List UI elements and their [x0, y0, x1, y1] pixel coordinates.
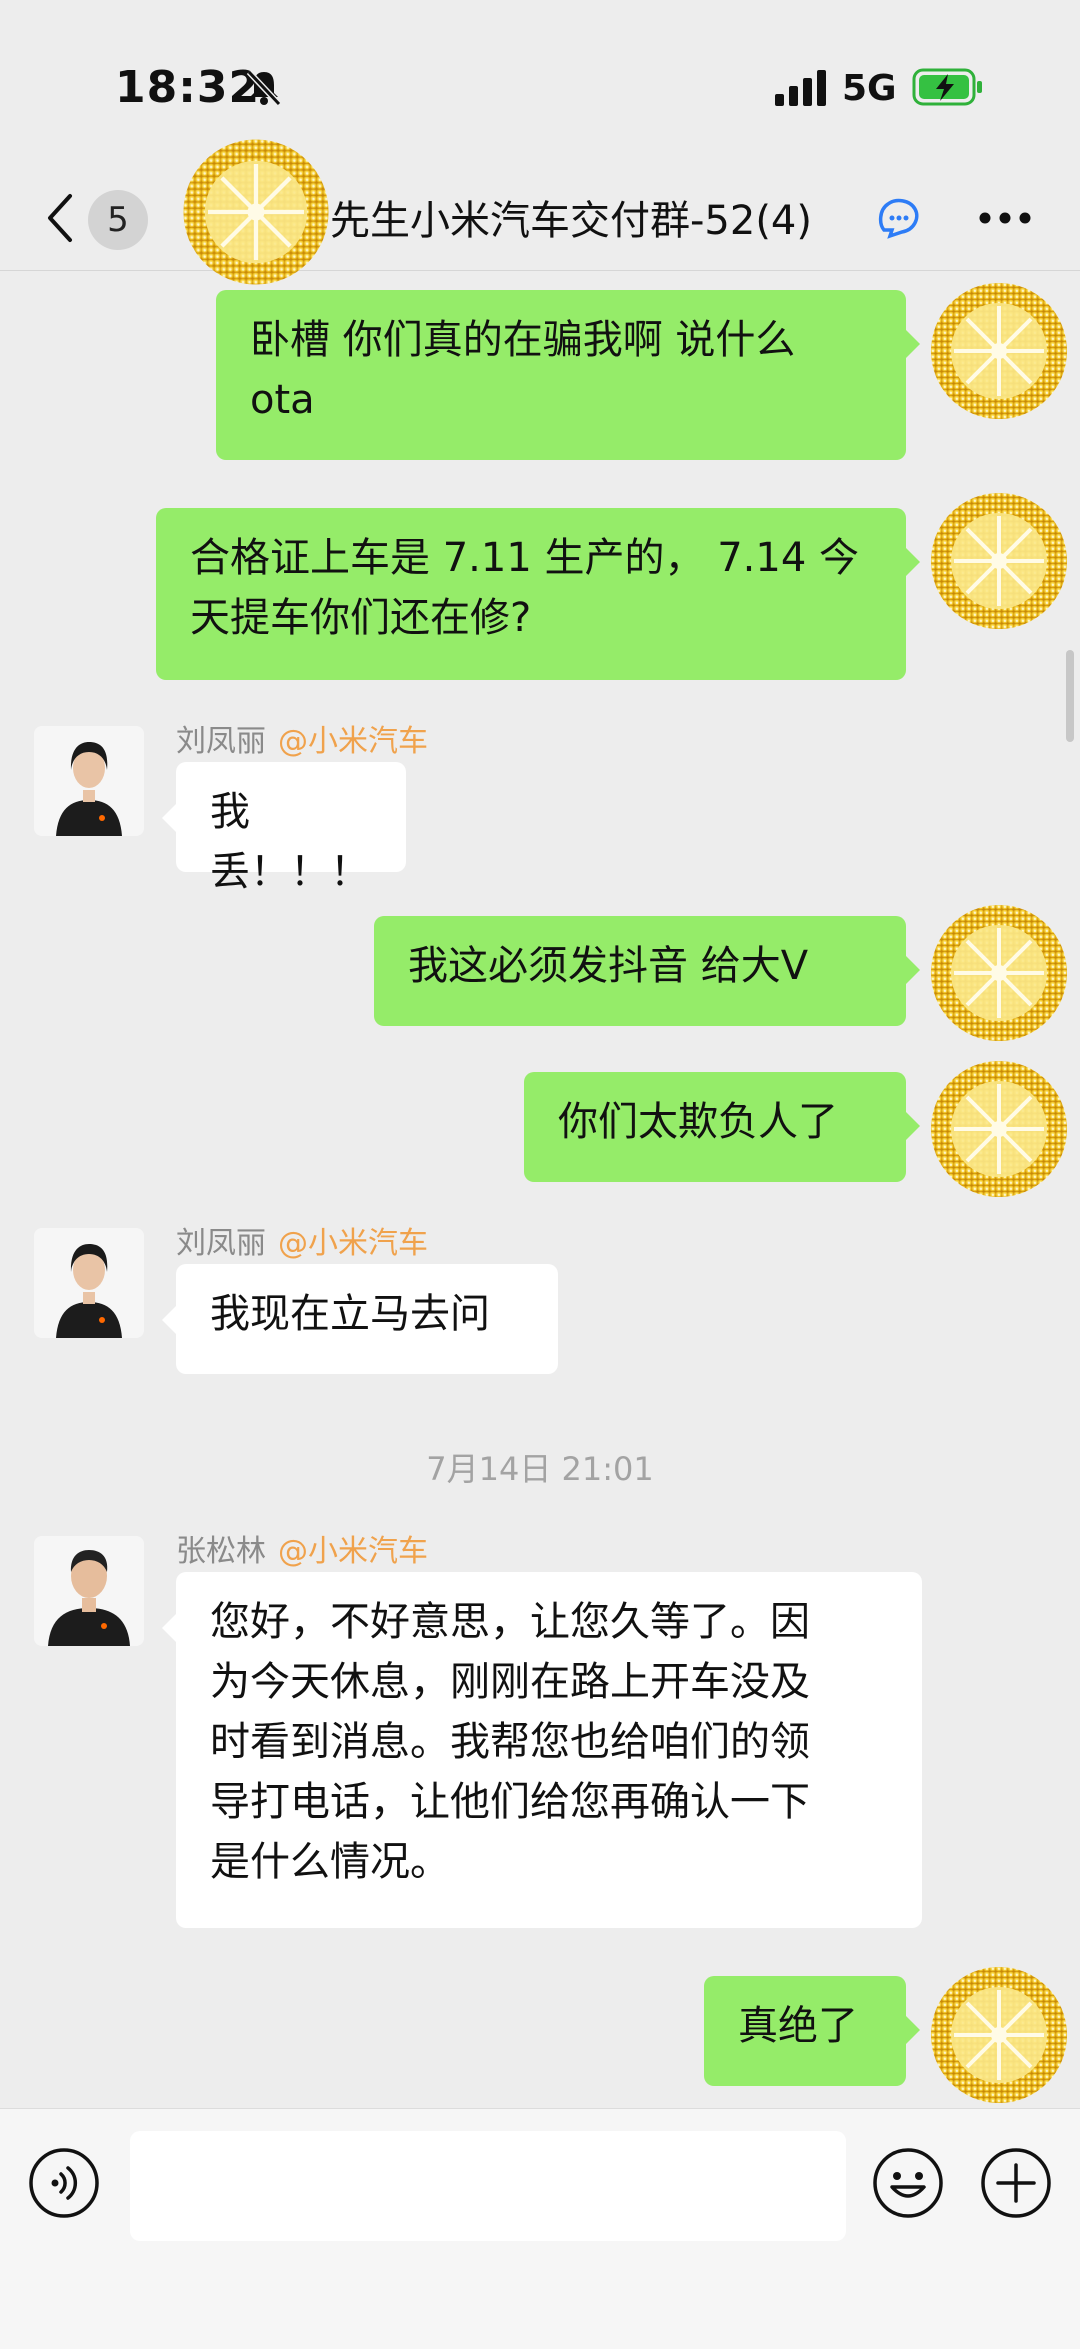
my-message-bubble[interactable]: 你们太欺负人了 — [524, 1072, 906, 1182]
message-line: 你们太欺负人了 — [558, 1099, 838, 1145]
sender-name: 刘凤丽 @小米汽车 — [176, 716, 428, 760]
message-row: 卧槽 你们真的在骗我啊 说什么 ota — [0, 290, 1080, 470]
my-avatar[interactable] — [924, 898, 1074, 1048]
sender-name-text: 刘凤丽 — [176, 1226, 266, 1261]
unread-count-badge[interactable]: 5 — [88, 190, 148, 250]
message-input[interactable] — [130, 2131, 846, 2241]
signal-icon — [775, 70, 826, 106]
sender-name-text: 张松林 — [176, 1534, 266, 1569]
bubble-tail — [162, 1306, 176, 1334]
message-row: 刘凤丽 @小米汽车 我丢！！！ — [0, 716, 1080, 895]
chat-header: 5 先生小米汽车交付群-52(4) — [0, 170, 1080, 271]
other-message-bubble[interactable]: 您好，不好意思，让您久等了。因 为今天休息，刚刚在路上开车没及 时看到消息。我帮… — [176, 1572, 922, 1928]
message-line: 我现在立马去问 — [210, 1291, 490, 1337]
message-line: 合格证上车是 7.11 生产的， 7.14 今 — [190, 535, 859, 581]
message-line: 我这必须发抖音 给大V — [408, 943, 809, 989]
bubble-tail — [906, 548, 920, 576]
bubble-tail — [906, 956, 920, 984]
message-line: 您好，不好意思，让您久等了。因 — [210, 1599, 810, 1645]
sender-avatar[interactable] — [34, 1536, 144, 1646]
message-line: 为今天休息，刚刚在路上开车没及 — [210, 1659, 810, 1705]
bubble-tail — [906, 1112, 920, 1140]
plus-icon[interactable] — [980, 2147, 1052, 2219]
sender-name: 刘凤丽 @小米汽车 — [176, 1218, 428, 1262]
my-avatar[interactable] — [924, 1960, 1074, 2110]
bubble-tail — [906, 2016, 920, 2044]
bubble-tail — [162, 804, 176, 832]
my-message-bubble[interactable]: 卧槽 你们真的在骗我啊 说什么 ota — [216, 290, 906, 460]
message-row: 真绝了 — [0, 1976, 1080, 2096]
my-avatar[interactable] — [924, 486, 1074, 636]
voice-icon[interactable] — [28, 2147, 100, 2219]
sender-org-tag: @小米汽车 — [278, 1534, 428, 1569]
bubble-tail — [162, 1614, 176, 1642]
more-icon[interactable] — [978, 210, 1032, 226]
my-message-bubble[interactable]: 合格证上车是 7.11 生产的， 7.14 今 天提车你们还在修? — [156, 508, 906, 680]
input-bar — [0, 2108, 1080, 2349]
chat-timestamp: 7月14日 21:01 — [426, 1450, 654, 1488]
message-row: 合格证上车是 7.11 生产的， 7.14 今 天提车你们还在修? — [0, 508, 1080, 688]
sender-org-tag: @小米汽车 — [278, 724, 428, 759]
message-line: 卧槽 你们真的在骗我啊 说什么 — [250, 317, 796, 363]
message-line: 天提车你们还在修? — [190, 595, 532, 641]
sender-avatar[interactable] — [34, 726, 144, 836]
sender-name-text: 刘凤丽 — [176, 724, 266, 759]
chat-title: 先生小米汽车交付群-52(4) — [330, 198, 812, 244]
sender-avatar[interactable] — [34, 1228, 144, 1338]
status-bar: 18:32 5G — [0, 0, 1080, 170]
other-message-bubble[interactable]: 我丢！！！ — [176, 762, 406, 895]
message-line: 是什么情况。 — [210, 1839, 450, 1885]
bubble-tail — [906, 330, 920, 358]
message-line: 真绝了 — [738, 2003, 858, 2049]
scrollbar[interactable] — [1066, 650, 1074, 742]
message-line: 时看到消息。我帮您也给咱们的领 — [210, 1719, 810, 1765]
other-message-bubble[interactable]: 我现在立马去问 — [176, 1264, 558, 1374]
back-icon[interactable] — [42, 190, 78, 246]
mute-icon — [246, 69, 282, 107]
message-line: 导打电话，让他们给您再确认一下 — [210, 1779, 810, 1825]
sender-name: 张松林 @小米汽车 — [176, 1526, 428, 1570]
group-avatar — [176, 132, 336, 292]
network-label: 5G — [842, 68, 897, 109]
my-avatar[interactable] — [924, 276, 1074, 426]
status-time: 18:32 — [115, 62, 261, 113]
emoji-icon[interactable] — [872, 2147, 944, 2219]
message-row: 我这必须发抖音 给大V — [0, 916, 1080, 1036]
sender-org-tag: @小米汽车 — [278, 1226, 428, 1261]
message-row: 刘凤丽 @小米汽车 我现在立马去问 — [0, 1218, 1080, 1378]
group-members-icon[interactable] — [876, 196, 922, 242]
my-message-bubble[interactable]: 我这必须发抖音 给大V — [374, 916, 906, 1026]
battery-charging-icon — [912, 68, 982, 106]
my-avatar[interactable] — [924, 1054, 1074, 1204]
message-row: 你们太欺负人了 — [0, 1072, 1080, 1192]
message-row: 张松林 @小米汽车 您好，不好意思，让您久等了。因 为今天休息，刚刚在路上开车没及… — [0, 1526, 1080, 1936]
message-line: 我丢！！！ — [210, 789, 370, 895]
message-line: ota — [250, 377, 315, 423]
my-message-bubble[interactable]: 真绝了 — [704, 1976, 906, 2086]
